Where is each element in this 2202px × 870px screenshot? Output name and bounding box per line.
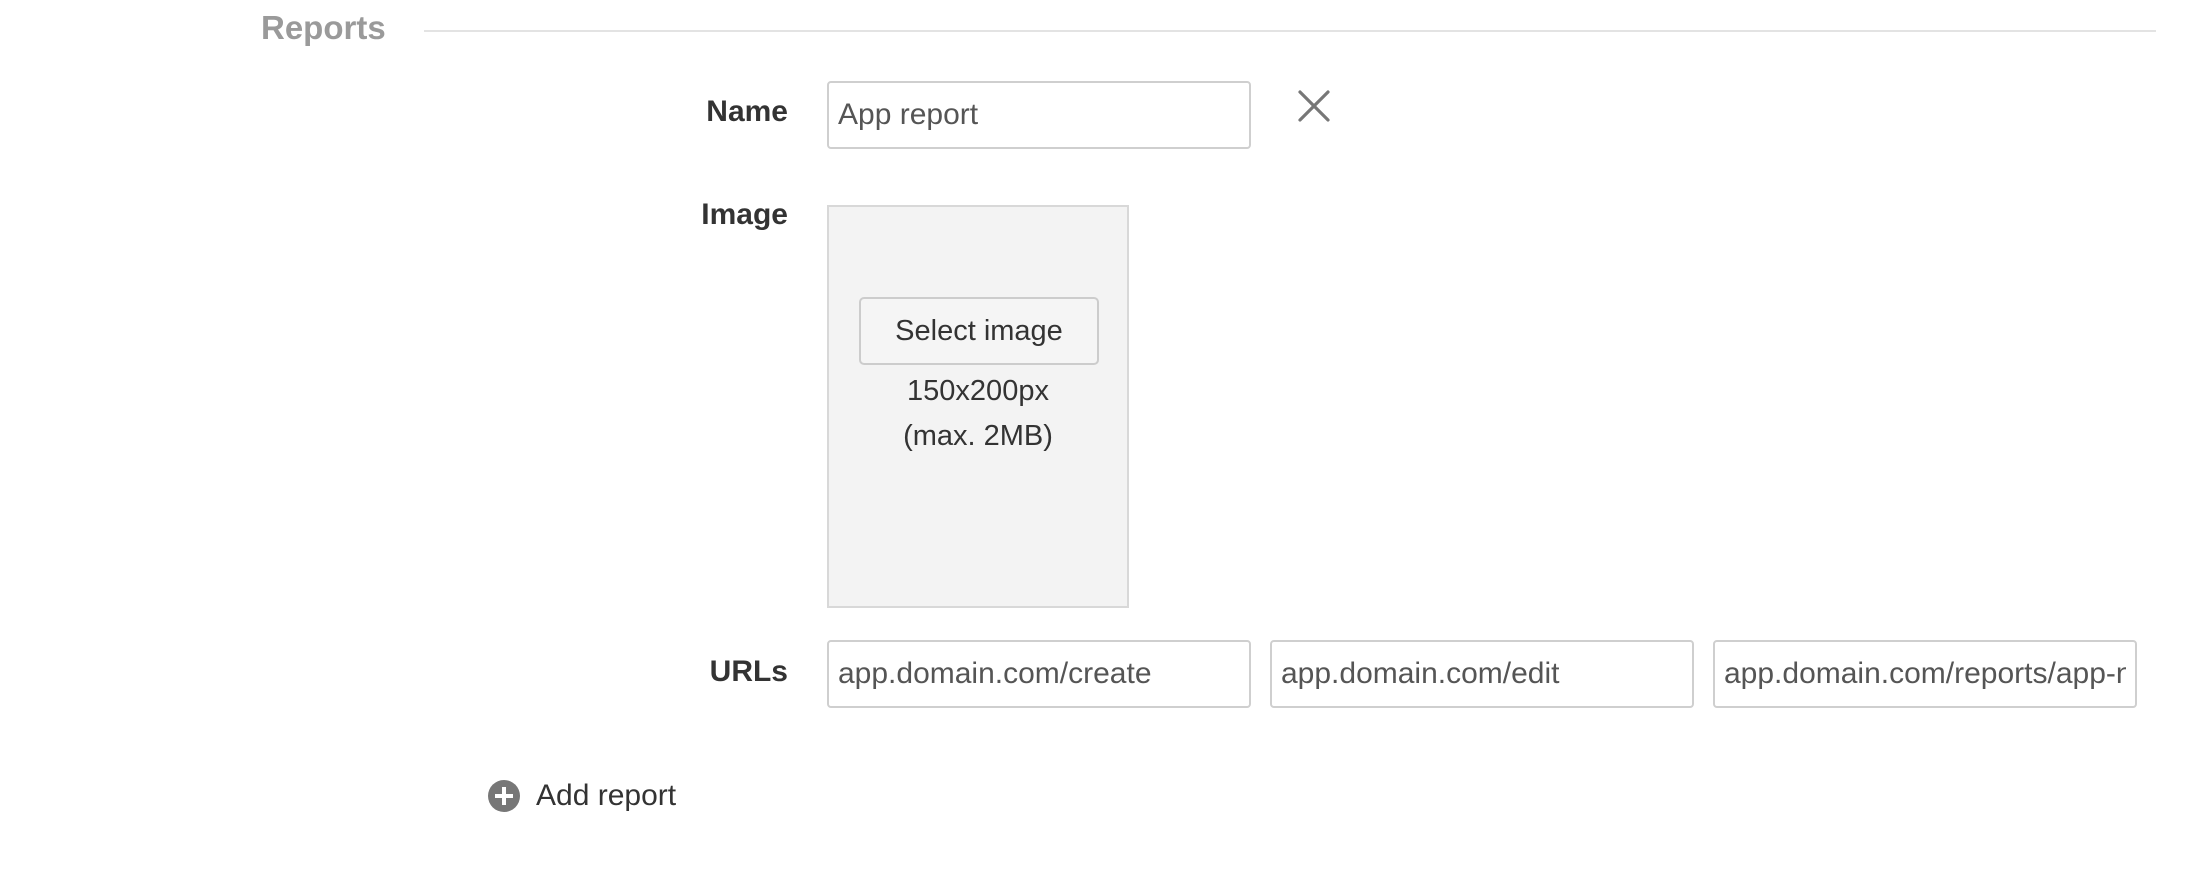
reports-page: Reports Name Image Select image 150x200p…	[0, 0, 2202, 870]
add-report-label: Add report	[536, 779, 677, 812]
image-upload-area[interactable]: Select image 150x200px (max. 2MB)	[827, 205, 1129, 608]
close-icon[interactable]	[1296, 88, 1332, 124]
add-report-button[interactable]: Add report	[487, 774, 676, 818]
url-input[interactable]	[1270, 640, 1694, 708]
name-input[interactable]	[827, 81, 1251, 149]
name-label: Name	[706, 95, 788, 128]
section-title: Reports	[261, 9, 386, 46]
image-size-hint: 150x200px	[907, 375, 1049, 407]
select-image-button[interactable]: Select image	[859, 297, 1099, 365]
urls-label: URLs	[709, 655, 788, 688]
url-input[interactable]	[1713, 640, 2137, 708]
url-input[interactable]	[827, 640, 1251, 708]
plus-circle-icon	[488, 780, 520, 812]
image-label: Image	[701, 198, 788, 231]
section-divider	[424, 30, 2156, 32]
image-max-size-hint: (max. 2MB)	[903, 420, 1053, 452]
